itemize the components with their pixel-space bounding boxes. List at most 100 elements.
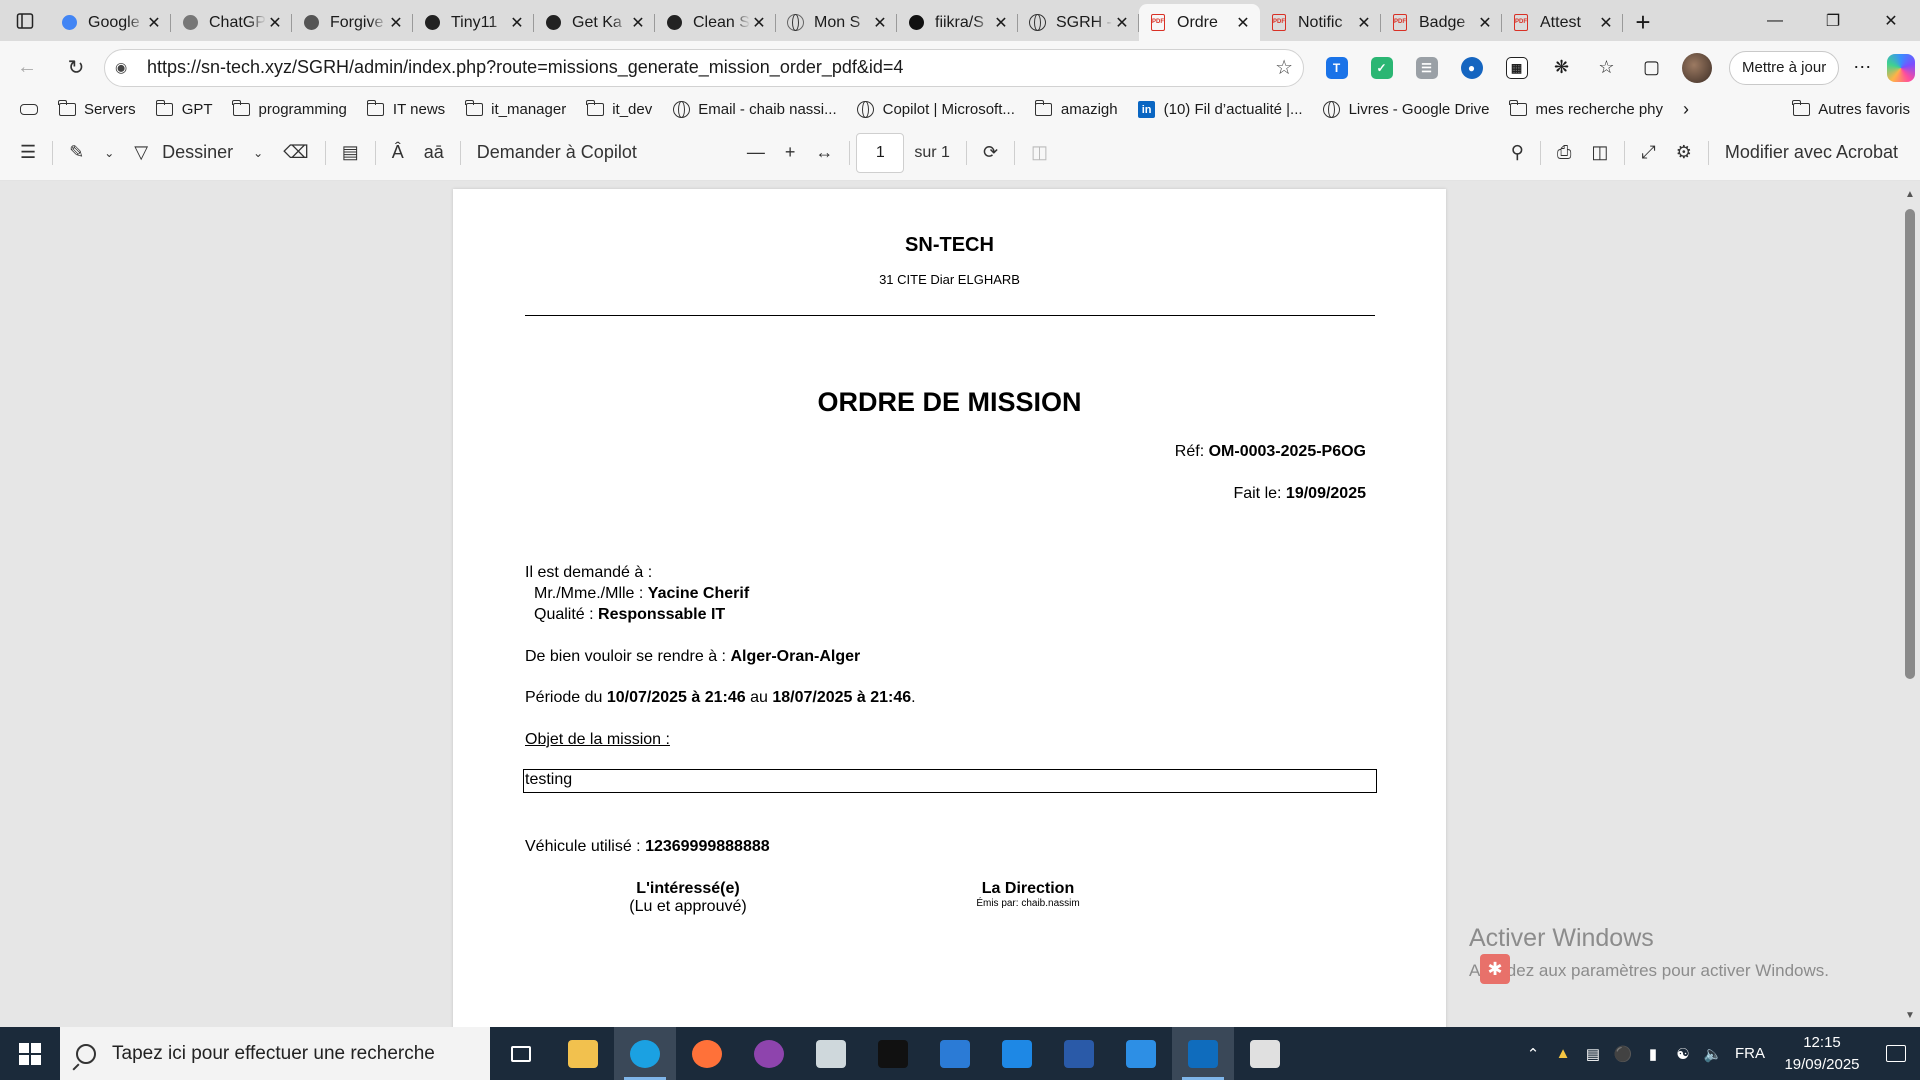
zoom-in-button[interactable]: + [775, 133, 806, 173]
browser-tab[interactable]: Tiny11 ✕ [413, 4, 534, 41]
tab-close-icon[interactable]: ✕ [1234, 13, 1252, 33]
extension-notes[interactable]: ☰ [1404, 49, 1449, 87]
taskbar-search[interactable]: Tapez ici pour effectuer une recherche [60, 1027, 490, 1080]
scroll-up-icon[interactable]: ▲ [1904, 189, 1916, 200]
browser-tab[interactable]: ChatGPT✕ [171, 4, 292, 41]
browser-tab[interactable]: SGRH - ✕ [1018, 4, 1139, 41]
taskbar-app-edge[interactable] [614, 1027, 676, 1080]
clock[interactable]: 12:15 19/09/2025 [1772, 1032, 1872, 1076]
refresh-button[interactable]: ↻ [54, 48, 98, 88]
eraser-button[interactable]: ⌫ [273, 133, 318, 173]
tab-close-icon[interactable]: ✕ [266, 13, 284, 33]
tab-actions-menu[interactable] [0, 0, 50, 41]
rotate-button[interactable]: ⟳ [973, 133, 1008, 173]
update-button[interactable]: Mettre à jour [1729, 50, 1840, 85]
taskbar-app-powershell[interactable] [1048, 1027, 1110, 1080]
security-icon[interactable]: ⚫ [1608, 1045, 1638, 1063]
zoom-out-button[interactable]: — [737, 133, 775, 173]
browser-tab[interactable]: PDF Attest ✕ [1502, 4, 1623, 41]
taskbar-app-file-explorer[interactable] [552, 1027, 614, 1080]
fit-width-button[interactable]: ↔ [805, 133, 843, 173]
browser-tab[interactable]: PDF Ordre ✕ [1139, 4, 1260, 41]
favorite-item[interactable]: it_manager [455, 96, 576, 124]
scrollbar[interactable]: ▲ ▼ [1900, 181, 1920, 1027]
read-aloud-button[interactable]: Â [382, 133, 414, 173]
start-button[interactable] [0, 1027, 60, 1080]
copilot-icon[interactable] [1887, 53, 1916, 82]
pdf-viewer[interactable]: SN-TECH 31 CITE Diar ELGHARB ORDRE DE MI… [0, 181, 1920, 1027]
extension-account[interactable]: ● [1449, 49, 1494, 87]
battery-icon[interactable]: ▮ [1638, 1045, 1668, 1063]
taskbar-app-remote-desktop[interactable] [924, 1027, 986, 1080]
tab-close-icon[interactable]: ✕ [508, 13, 526, 33]
favorites-button[interactable]: ☆ [1584, 49, 1629, 87]
favorite-item[interactable]: programming [223, 96, 357, 124]
tab-close-icon[interactable]: ✕ [629, 13, 647, 33]
draw-options-button[interactable]: ⌄ [243, 133, 273, 173]
scroll-down-icon[interactable]: ▼ [1904, 1010, 1916, 1021]
screenshot-button[interactable]: ▢ [1629, 49, 1674, 87]
drive-icon[interactable]: ▲ [1548, 1045, 1578, 1062]
favorite-item[interactable]: amazigh [1025, 96, 1128, 124]
favorite-item[interactable]: mes recherche phy [1499, 96, 1673, 124]
browser-tab[interactable]: PDF Notific ✕ [1260, 4, 1381, 41]
page-view-button[interactable]: ◫ [1021, 133, 1058, 173]
taskbar-app-firefox[interactable] [676, 1027, 738, 1080]
taskbar-app-sync-app[interactable] [986, 1027, 1048, 1080]
site-info-icon[interactable]: ◉ [115, 59, 137, 76]
edit-with-acrobat-button[interactable]: Modifier avec Acrobat [1715, 133, 1908, 173]
tab-close-icon[interactable]: ✕ [750, 13, 768, 33]
browser-tab[interactable]: PDF Badge ✕ [1381, 4, 1502, 41]
taskbar-app-outlook[interactable] [1172, 1027, 1234, 1080]
other-favorites[interactable]: Autres favoris [1782, 96, 1920, 124]
browser-tab[interactable]: fiikra/S ✕ [897, 4, 1018, 41]
notifications-button[interactable] [1872, 1045, 1920, 1062]
highlight-button[interactable]: ✎ [59, 133, 94, 173]
browser-tab[interactable]: Google Gemini✕ [50, 4, 171, 41]
minimize-button[interactable]: — [1746, 0, 1804, 41]
tab-close-icon[interactable]: ✕ [145, 13, 163, 33]
favorite-item[interactable]: Servers [48, 96, 146, 124]
extensions-button[interactable]: ❋ [1539, 49, 1584, 87]
tab-close-icon[interactable]: ✕ [1476, 13, 1494, 33]
favorite-item[interactable]: Copilot | Microsoft... [847, 96, 1025, 124]
favorite-item[interactable]: in (10) Fil d’actualité |... [1128, 96, 1313, 124]
translate-button[interactable]: aā [414, 133, 454, 173]
browser-tab[interactable]: Get Ka ✕ [534, 4, 655, 41]
ask-copilot-button[interactable]: Demander à Copilot [467, 133, 647, 173]
favorite-item[interactable]: Email - chaib nassi... [662, 96, 846, 124]
tab-close-icon[interactable]: ✕ [1597, 13, 1615, 33]
tab-close-icon[interactable]: ✕ [1113, 13, 1131, 33]
settings-button[interactable]: ⚙ [1666, 133, 1702, 173]
favorite-item[interactable]: IT news [357, 96, 455, 124]
extension-translate[interactable]: T [1314, 49, 1359, 87]
taskbar-app-github-desktop[interactable] [738, 1027, 800, 1080]
taskbar-app-paint-app[interactable] [1234, 1027, 1296, 1080]
fullscreen-button[interactable]: ⤢ [1631, 133, 1665, 173]
text-box-button[interactable]: ▤ [332, 133, 369, 173]
taskbar-app-task-view[interactable] [490, 1027, 552, 1080]
taskbar-app-app-generic[interactable] [800, 1027, 862, 1080]
new-tab-button[interactable]: + [1623, 4, 1663, 41]
favorite-item[interactable]: it_dev [576, 96, 662, 124]
taskbar-app-vscode[interactable] [1110, 1027, 1172, 1080]
sync-icon[interactable]: ▤ [1578, 1045, 1608, 1063]
volume-icon[interactable]: 🔈 [1698, 1045, 1728, 1063]
url-text[interactable]: https://sn-tech.xyz/SGRH/admin/index.php… [147, 57, 1275, 78]
search-button[interactable]: ⚲ [1501, 133, 1534, 173]
save-button[interactable]: ◫ [1581, 133, 1618, 173]
tab-close-icon[interactable]: ✕ [387, 13, 405, 33]
tab-close-icon[interactable]: ✕ [1355, 13, 1373, 33]
restore-button[interactable]: ❐ [1804, 0, 1862, 41]
extension-shield[interactable]: ✓ [1359, 49, 1404, 87]
extension-qr[interactable]: ▦ [1494, 49, 1539, 87]
highlight-options-button[interactable]: ⌄ [94, 133, 124, 173]
tab-close-icon[interactable]: ✕ [992, 13, 1010, 33]
back-button[interactable]: ← [5, 48, 49, 88]
more-options-icon[interactable]: ⋯ [1853, 57, 1871, 78]
browser-tab[interactable]: Clean S ✕ [655, 4, 776, 41]
favorite-item[interactable]: Livres - Google Drive [1313, 96, 1500, 124]
scroll-thumb[interactable] [1905, 209, 1915, 679]
taskbar-app-terminal[interactable] [862, 1027, 924, 1080]
profile-button[interactable] [1674, 49, 1719, 87]
